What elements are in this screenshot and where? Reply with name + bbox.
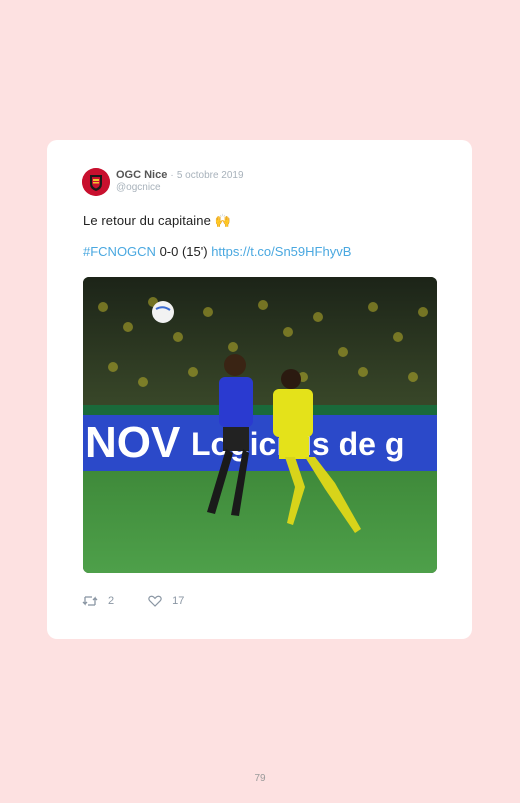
tweet-photo[interactable]: NOV Logiciels de g [83, 277, 437, 573]
tweet-text-line1: Le retour du capitaine 🙌 [83, 213, 231, 229]
author-handle[interactable]: @ogcnice [116, 182, 161, 193]
football-match-image: NOV Logiciels de g [83, 277, 437, 573]
hashtag-link[interactable]: #FCNOGCN [83, 244, 156, 259]
heart-icon [148, 595, 162, 607]
retweet-button[interactable]: 2 [82, 595, 114, 607]
avatar[interactable] [82, 168, 110, 196]
tweet-actions: 2 17 [82, 595, 218, 607]
tweet-card: OGC Nice · 5 octobre 2019 @ogcnice Le re… [47, 140, 472, 639]
retweet-count: 2 [108, 595, 115, 607]
banner-left-text: NOV [85, 418, 181, 467]
tweet-text-line2: #FCNOGCN 0-0 (15') https://t.co/Sn59HFhy… [83, 244, 351, 259]
raised-hands-emoji: 🙌 [214, 213, 231, 228]
like-button[interactable]: 17 [148, 595, 184, 607]
tweet-date[interactable]: 5 octobre 2019 [177, 170, 244, 181]
tweet-text: Le retour du capitaine [83, 213, 211, 228]
like-count: 17 [172, 595, 185, 607]
tweet-url-link[interactable]: https://t.co/Sn59HFhyvB [211, 244, 351, 259]
retweet-icon [82, 596, 98, 606]
ogc-nice-crest-icon [82, 168, 110, 196]
header-separator: · [170, 170, 174, 181]
page-number: 79 [254, 773, 266, 784]
author-name[interactable]: OGC Nice [116, 169, 167, 181]
tweet-header: OGC Nice · 5 octobre 2019 [116, 168, 244, 183]
score-text: 0-0 (15') [155, 244, 212, 259]
